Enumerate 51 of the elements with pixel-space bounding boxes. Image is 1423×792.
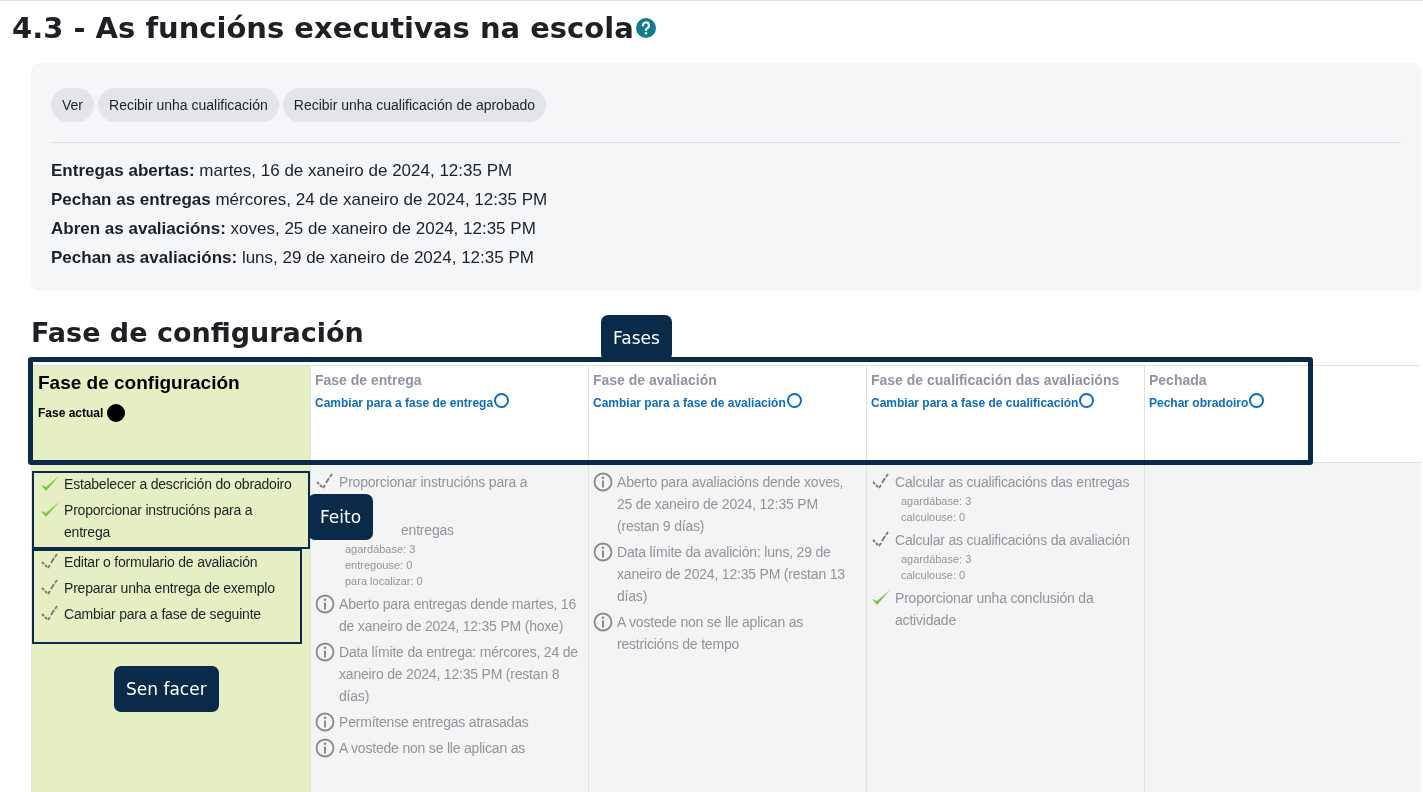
- phase-name: Fase de configuración: [38, 372, 241, 394]
- task-text: Aberto para avaliacións dende xoves, 25 de xaneiro de 2024, 12:35 PM (restan 9 días): [617, 473, 845, 536]
- circle-icon[interactable]: [786, 392, 802, 408]
- task-detail: entregouse: 0: [344, 558, 414, 573]
- task-text: Proporcionar instrucións para a entrega: [64, 501, 254, 542]
- task-text: Data límite da entrega: mércores, 24 de xaneiro de 2024, 12:35 PM (restan 8 días): [339, 643, 579, 706]
- task-text: Calcular as cualificacións da avaliación: [895, 531, 1130, 550]
- task-text: Permítense entregas atrasadas: [339, 713, 529, 732]
- task-detail: calculouse: 0: [900, 510, 967, 525]
- completion-condition-button[interactable]: Recibir unha cualificación: [98, 88, 279, 122]
- task-text: Estabelecer a descrición do obradoiro: [64, 475, 292, 494]
- task-detail: agardábase: 3: [900, 494, 973, 509]
- task-text: Cambiar para a fase de seguinte: [64, 605, 261, 624]
- task-text: Editar o formulario de avaliación: [64, 553, 258, 572]
- date-line: Pechan as avaliacións: luns, 29 de xaneiro de 2024, 12:35 PM: [51, 247, 535, 269]
- task-text: Data límite da avalición: luns, 29 de xaneiro de 2024, 12:35 PM (restan 13 días): [617, 543, 846, 606]
- task-text: Aberto para entregas dende martes, 16 de xaneiro de 2024, 12:35 PM (hoxe): [339, 595, 577, 636]
- callout-label: Sen facer: [114, 666, 219, 712]
- switch-phase-link[interactable]: Pechar obradoiro: [1149, 396, 1249, 410]
- current-phase-label: Fase actual: [38, 406, 104, 420]
- task-detail: agardábase: 3: [900, 552, 973, 567]
- task-detail: agardábase: 3: [344, 542, 417, 557]
- circle-icon[interactable]: [1249, 392, 1265, 408]
- task-text: Preparar unha entrega de exemplo: [64, 579, 275, 598]
- help-icon[interactable]: [635, 18, 656, 38]
- date-line: Pechan as entregas mércores, 24 de xaneiro de 2024, 12:35 PM: [51, 189, 549, 211]
- task-text: A vostede non se lle aplican as restricións de tempo: [617, 613, 805, 654]
- task-text: entregas: [400, 521, 454, 540]
- task-detail: para localizar: 0: [344, 574, 424, 589]
- circle-icon[interactable]: [1079, 392, 1095, 408]
- completion-condition-button[interactable]: Ver: [51, 88, 94, 122]
- phase-name: Pechada: [1149, 372, 1208, 388]
- phase-name: Fase de cualificación das avaliacións: [871, 372, 1121, 388]
- phase-name: Fase de entrega: [315, 372, 423, 388]
- switch-phase-link[interactable]: Cambiar para a fase de avaliación: [593, 396, 786, 410]
- current-phase-dot-icon: [107, 404, 126, 422]
- date-line: Entregas abertas: martes, 16 de xaneiro de 2024, 12:35 PM: [51, 160, 514, 182]
- callout-label: Feito: [308, 494, 374, 540]
- switch-phase-link[interactable]: Cambiar para a fase de entrega: [315, 396, 494, 410]
- circle-icon[interactable]: [494, 392, 510, 408]
- task-detail: calculouse: 0: [900, 568, 967, 583]
- page-title: 4.3 - As funcións executivas na escola: [12, 11, 634, 45]
- task-text: Calcular as cualificacións das entregas: [895, 473, 1130, 492]
- switch-phase-link[interactable]: Cambiar para a fase de cualificación: [871, 396, 1079, 410]
- section-heading: Fase de configuración: [31, 316, 364, 350]
- completion-condition-button[interactable]: Recibir unha cualificación de aprobado: [282, 88, 547, 122]
- task-text: Proporcionar unha conclusión da actividade: [895, 589, 1095, 630]
- phase-name: Fase de avaliación: [593, 372, 718, 388]
- task-text: Proporcionar instrucións para a: [339, 473, 528, 492]
- date-line: Abren as avaliacións: xoves, 25 de xaneiro de 2024, 12:35 PM: [51, 218, 537, 240]
- task-text: A vostede non se lle aplican as: [339, 739, 526, 758]
